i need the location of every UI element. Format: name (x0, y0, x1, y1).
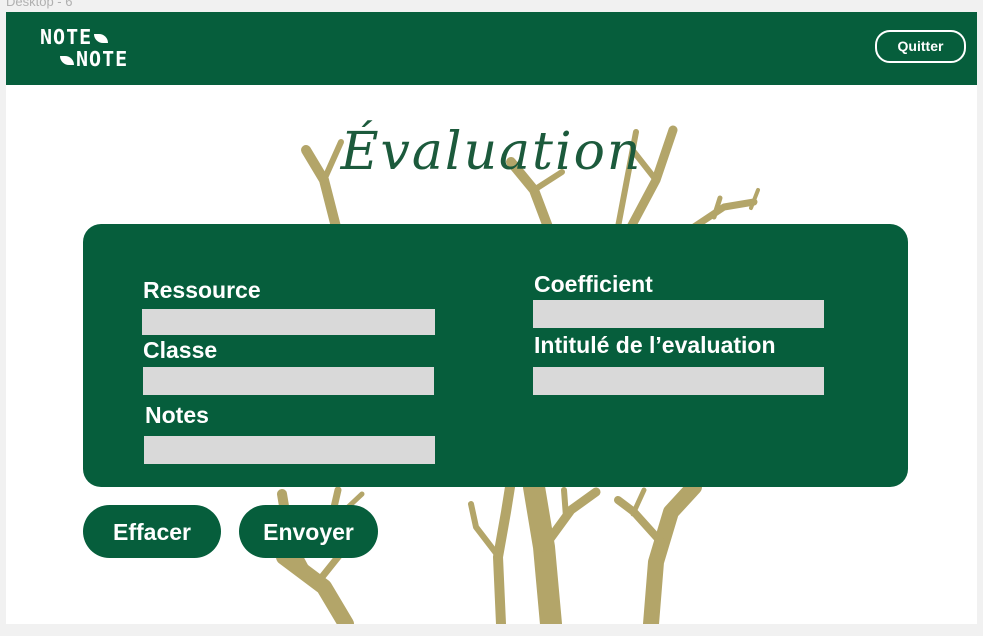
quit-button[interactable]: Quitter (875, 30, 966, 63)
notes-label: Notes (145, 402, 209, 428)
desktop-frame: NOTE NOTE Quitter Évaluation Ressource C… (6, 12, 977, 624)
logo: NOTE NOTE (40, 26, 160, 72)
coefficient-label: Coefficient (534, 271, 653, 297)
top-header: NOTE NOTE Quitter (6, 12, 977, 85)
classe-input[interactable] (143, 367, 434, 395)
frame-label: Desktop - 6 (6, 0, 73, 9)
clear-button[interactable]: Effacer (83, 505, 221, 558)
logo-line-2: NOTE (58, 48, 128, 70)
logo-line-1: NOTE (40, 26, 110, 48)
submit-button[interactable]: Envoyer (239, 505, 378, 558)
ressource-input[interactable] (142, 309, 435, 335)
evaluation-form-panel: Ressource Classe Notes Coefficient Intit… (83, 224, 908, 487)
page-title: Évaluation (340, 122, 643, 182)
intitule-label: Intitulé de l’evaluation (534, 332, 776, 358)
leaf-icon (94, 34, 109, 43)
intitule-input[interactable] (533, 367, 824, 395)
notes-input[interactable] (144, 436, 435, 464)
classe-label: Classe (143, 337, 218, 363)
ressource-label: Ressource (143, 277, 261, 303)
coefficient-input[interactable] (533, 300, 824, 328)
leaf-icon (60, 56, 74, 65)
